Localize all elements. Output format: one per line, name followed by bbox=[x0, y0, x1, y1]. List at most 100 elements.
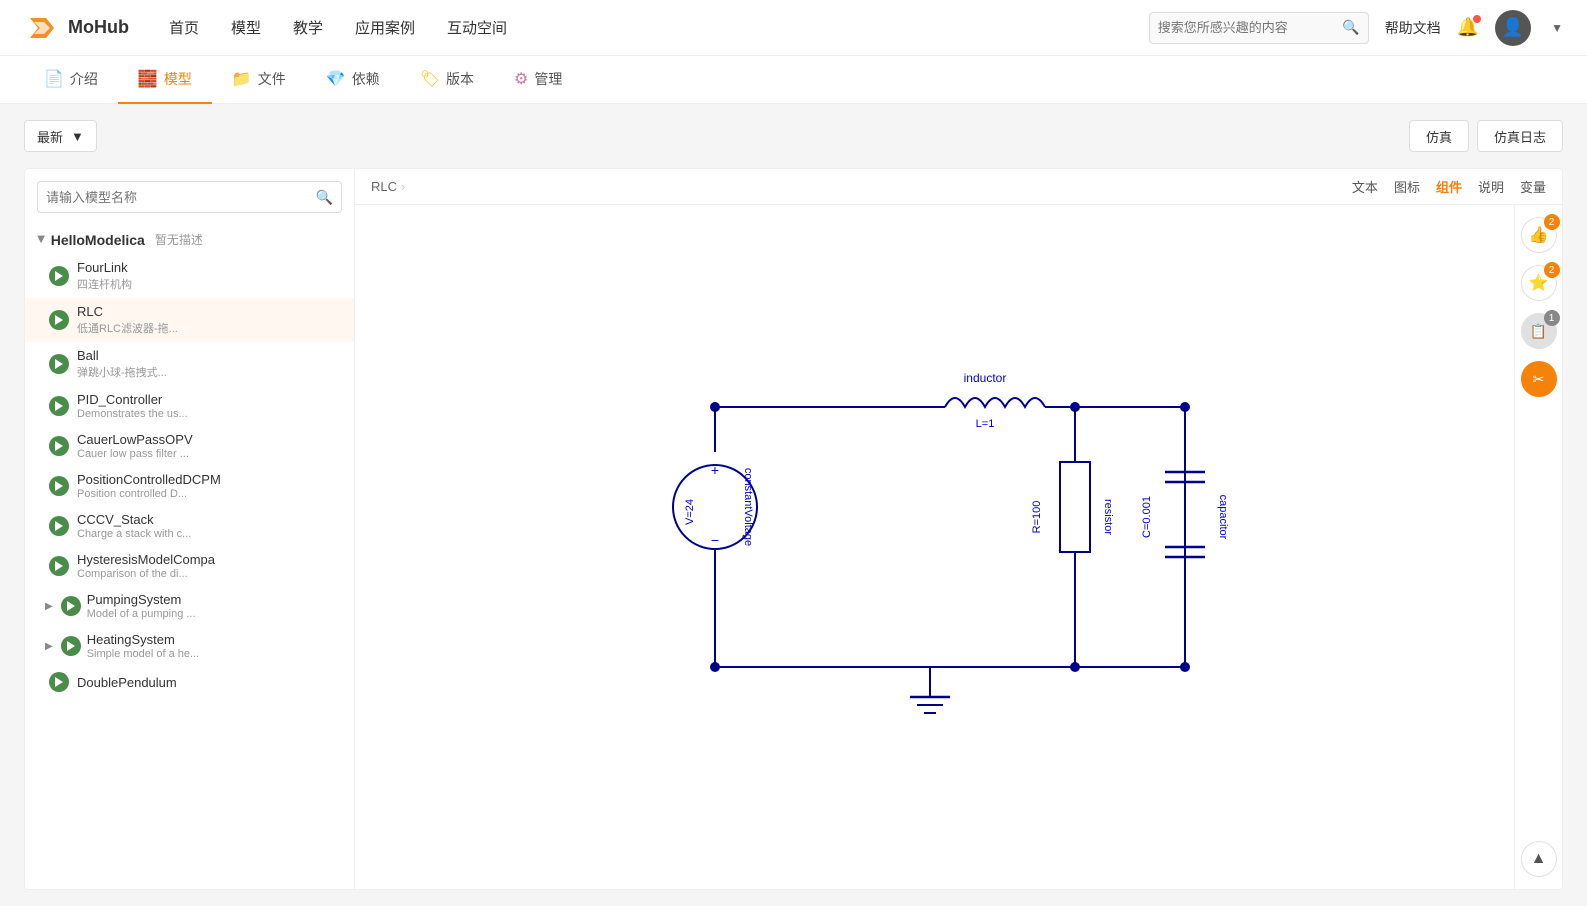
resistor-value: R=100 bbox=[1031, 501, 1043, 534]
model-info-cauer: CauerLowPassOPV Cauer low pass filter ..… bbox=[77, 432, 193, 460]
fork-button[interactable]: ✂ bbox=[1521, 361, 1557, 397]
nav-home[interactable]: 首页 bbox=[169, 17, 199, 38]
model-item-cccv[interactable]: CCCV_Stack Charge a stack with c... bbox=[25, 506, 354, 546]
tab-file[interactable]: 📁 文件 bbox=[212, 56, 306, 104]
model-item-ball[interactable]: Ball 弹跳小球-拖拽式... bbox=[25, 342, 354, 386]
nav-model[interactable]: 模型 bbox=[231, 17, 261, 38]
avatar-icon: 👤 bbox=[1502, 17, 1524, 38]
logo-area[interactable]: MoHub bbox=[24, 10, 129, 46]
resistor-label: resistor bbox=[1102, 499, 1114, 535]
logo-icon bbox=[24, 10, 60, 46]
copy-icon: 📋 bbox=[1530, 323, 1547, 340]
play-btn-pid bbox=[49, 396, 69, 416]
model-item-double[interactable]: DoublePendulum bbox=[25, 666, 354, 698]
star-icon: ⭐ bbox=[1529, 273, 1549, 293]
canvas-tab-icon[interactable]: 图标 bbox=[1394, 177, 1420, 196]
model-info-pumping: PumpingSystem Model of a pumping ... bbox=[87, 592, 196, 620]
svg-text:−: − bbox=[710, 532, 718, 548]
canvas-tab-desc[interactable]: 说明 bbox=[1478, 177, 1504, 196]
version-icon: 🏷 bbox=[420, 69, 440, 89]
search-icon: 🔍 bbox=[1342, 19, 1359, 36]
group-desc-hello: 暂无描述 bbox=[155, 231, 203, 248]
capacitor-label: capacitor bbox=[1217, 495, 1229, 540]
model-desc-heating: Simple model of a he... bbox=[87, 648, 200, 660]
model-search-input[interactable] bbox=[46, 190, 316, 205]
star-button[interactable]: ⭐ 2 bbox=[1521, 265, 1557, 301]
play-btn-rlc bbox=[49, 310, 69, 330]
nav-links: 首页 模型 教学 应用案例 互动空间 bbox=[169, 17, 1149, 38]
user-avatar[interactable]: 👤 bbox=[1495, 10, 1531, 46]
tab-intro[interactable]: 📄 介绍 bbox=[24, 56, 118, 104]
model-desc-ball: 弹跳小球-拖拽式... bbox=[77, 364, 167, 380]
model-name-position: PositionControlledDCPM bbox=[77, 472, 221, 487]
nav-teach[interactable]: 教学 bbox=[293, 17, 323, 38]
model-item-cauer[interactable]: CauerLowPassOPV Cauer low pass filter ..… bbox=[25, 426, 354, 466]
model-name-cccv: CCCV_Stack bbox=[77, 512, 191, 527]
model-item-pumping[interactable]: ▶ PumpingSystem Model of a pumping ... bbox=[25, 586, 354, 626]
model-name-ball: Ball bbox=[77, 348, 167, 363]
tab-dep[interactable]: 💎 依赖 bbox=[306, 56, 400, 104]
top-nav: MoHub 首页 模型 教学 应用案例 互动空间 🔍 帮助文档 🔔 👤 ▼ bbox=[0, 0, 1587, 56]
thumbs-up-icon: 👍 bbox=[1529, 225, 1549, 245]
model-item-hysteresis[interactable]: HysteresisModelCompa Comparison of the d… bbox=[25, 546, 354, 586]
help-doc-link[interactable]: 帮助文档 bbox=[1385, 18, 1441, 38]
breadcrumb-separator: › bbox=[401, 179, 405, 194]
notification-bell[interactable]: 🔔 bbox=[1457, 17, 1479, 38]
canvas-area: RLC › 文本 图标 组件 说明 变量 bbox=[355, 169, 1562, 889]
model-info-fourlink: FourLink 四连杆机构 bbox=[77, 260, 132, 292]
group-chevron-hello: ▶ bbox=[35, 236, 46, 244]
sort-select[interactable]: 最新 ▼ bbox=[24, 120, 97, 152]
model-search-box[interactable]: 🔍 bbox=[37, 181, 342, 213]
canvas-body: inductor L=1 + − constantVoltage bbox=[355, 205, 1562, 889]
play-btn-double bbox=[49, 672, 69, 692]
copy-button[interactable]: 📋 1 bbox=[1521, 313, 1557, 349]
search-input[interactable] bbox=[1158, 20, 1343, 35]
model-item-position[interactable]: PositionControlledDCPM Position controll… bbox=[25, 466, 354, 506]
scroll-top-button[interactable]: ▲ bbox=[1521, 841, 1557, 877]
play-btn-cauer bbox=[49, 436, 69, 456]
breadcrumb-rlc[interactable]: RLC bbox=[371, 179, 397, 194]
nav-interact[interactable]: 互动空间 bbox=[447, 17, 507, 38]
model-name-heating: HeatingSystem bbox=[87, 632, 200, 647]
intro-icon: 📄 bbox=[44, 69, 64, 89]
sort-chevron: ▼ bbox=[71, 129, 84, 144]
play-btn-pumping bbox=[61, 596, 81, 616]
copy-badge: 1 bbox=[1544, 310, 1560, 326]
content-area: 🔍 ▶ HelloModelica 暂无描述 FourLink 四连杆机构 bbox=[24, 168, 1563, 890]
model-group-header-hello[interactable]: ▶ HelloModelica 暂无描述 bbox=[25, 225, 354, 254]
sub-chevron-heating: ▶ bbox=[45, 641, 53, 652]
simulate-button[interactable]: 仿真 bbox=[1409, 120, 1469, 152]
search-box[interactable]: 🔍 bbox=[1149, 12, 1369, 44]
model-item-fourlink[interactable]: FourLink 四连杆机构 bbox=[25, 254, 354, 298]
nav-cases[interactable]: 应用案例 bbox=[355, 17, 415, 38]
tab-model[interactable]: 🧱 模型 bbox=[118, 56, 212, 104]
model-sidebar: 🔍 ▶ HelloModelica 暂无描述 FourLink 四连杆机构 bbox=[25, 169, 355, 889]
main-area: 最新 ▼ 仿真 仿真日志 🔍 ▶ HelloModelica 暂无描述 bbox=[0, 104, 1587, 906]
inductor-value: L=1 bbox=[975, 418, 994, 430]
play-btn-ball bbox=[49, 354, 69, 374]
like-button[interactable]: 👍 2 bbox=[1521, 217, 1557, 253]
model-name-rlc: RLC bbox=[77, 304, 178, 319]
tab-version[interactable]: 🏷 版本 bbox=[400, 56, 494, 104]
tab-file-label: 文件 bbox=[258, 69, 286, 89]
model-item-rlc[interactable]: RLC 低通RLC滤波器-拖... bbox=[25, 298, 354, 342]
circuit-diagram: inductor L=1 + − constantVoltage bbox=[355, 205, 1514, 889]
canvas-tabs: 文本 图标 组件 说明 变量 bbox=[1352, 177, 1546, 196]
model-item-heating[interactable]: ▶ HeatingSystem Simple model of a he... bbox=[25, 626, 354, 666]
model-info-pid: PID_Controller Demonstrates the us... bbox=[77, 392, 188, 420]
model-info-rlc: RLC 低通RLC滤波器-拖... bbox=[77, 304, 178, 336]
play-btn-heating bbox=[61, 636, 81, 656]
model-desc-position: Position controlled D... bbox=[77, 488, 221, 500]
file-icon: 📁 bbox=[232, 69, 252, 89]
canvas-tab-component[interactable]: 组件 bbox=[1436, 177, 1462, 196]
canvas-tab-var[interactable]: 变量 bbox=[1520, 177, 1546, 196]
simulate-log-button[interactable]: 仿真日志 bbox=[1477, 120, 1563, 152]
model-desc-hysteresis: Comparison of the di... bbox=[77, 568, 215, 580]
user-menu-chevron[interactable]: ▼ bbox=[1551, 21, 1563, 35]
canvas-tab-text[interactable]: 文本 bbox=[1352, 177, 1378, 196]
tab-admin[interactable]: ⚙ 管理 bbox=[494, 56, 582, 104]
model-name-cauer: CauerLowPassOPV bbox=[77, 432, 193, 447]
svg-text:+: + bbox=[710, 462, 718, 478]
tab-admin-label: 管理 bbox=[534, 69, 562, 89]
model-item-pid[interactable]: PID_Controller Demonstrates the us... bbox=[25, 386, 354, 426]
